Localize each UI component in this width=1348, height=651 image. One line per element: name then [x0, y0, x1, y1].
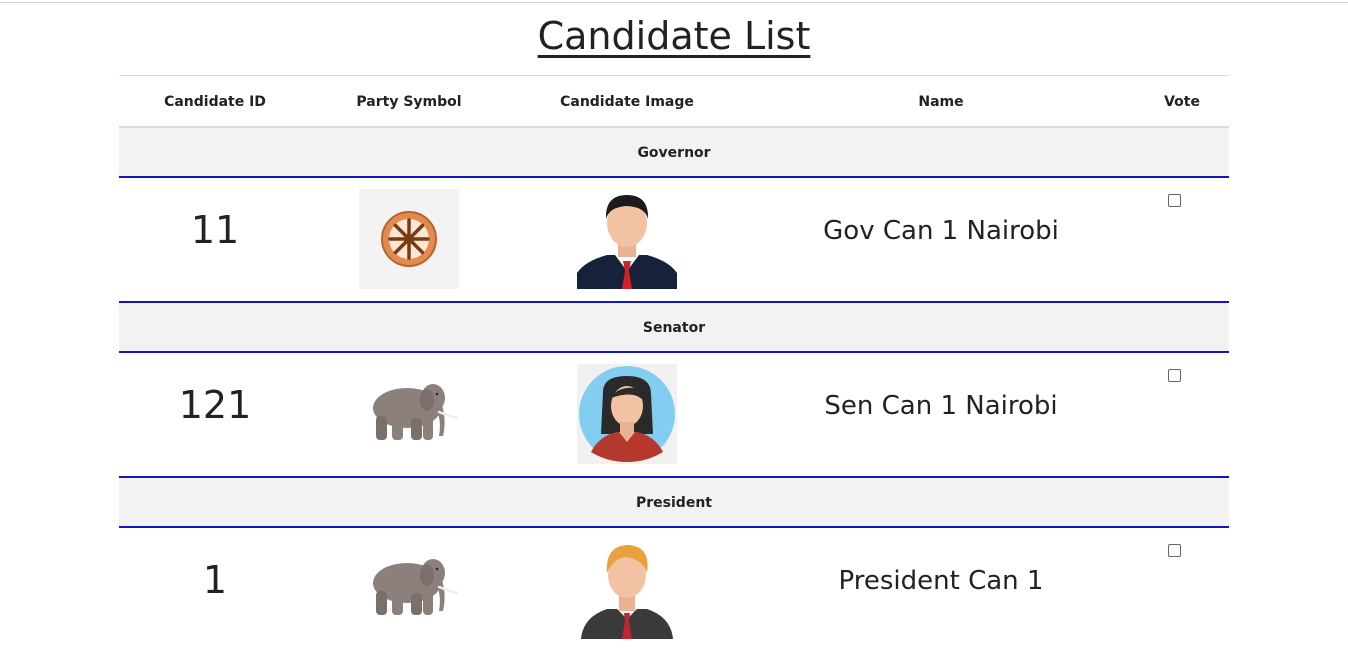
elephant-icon [359, 539, 459, 639]
header-candidate-image: Candidate Image [560, 94, 694, 110]
candidate-avatar-male-blonde [577, 539, 677, 639]
top-divider [0, 2, 1348, 3]
header-candidate-id: Candidate ID [164, 94, 266, 110]
header-name: Name [918, 94, 964, 110]
header-vote: Vote [1164, 94, 1200, 110]
table-row: 1 President Can 1 [119, 526, 1229, 651]
page-title: Candidate List [537, 14, 811, 58]
section-senator: Senator [119, 303, 1229, 351]
candidate-avatar-female [577, 364, 677, 464]
vote-checkbox[interactable] [1168, 544, 1181, 557]
wheel-icon [359, 189, 459, 289]
candidate-name: Sen Can 1 Nairobi [824, 391, 1058, 421]
table-row: 121 Sen Can 1 Nairobi [119, 351, 1229, 478]
elephant-icon [359, 364, 459, 464]
header-party-symbol: Party Symbol [356, 94, 462, 110]
candidate-name: Gov Can 1 Nairobi [823, 216, 1059, 246]
table-row: 11 Gov Can 1 Nairobi [119, 176, 1229, 303]
section-president: President [119, 478, 1229, 526]
section-governor: Governor [119, 128, 1229, 176]
candidate-name: President Can 1 [838, 566, 1044, 596]
candidate-table: Candidate ID Party Symbol Candidate Imag… [119, 75, 1229, 651]
candidate-avatar-male [577, 189, 677, 289]
table-header: Candidate ID Party Symbol Candidate Imag… [119, 75, 1229, 128]
vote-checkbox[interactable] [1168, 369, 1181, 382]
candidate-id: 11 [190, 208, 240, 252]
candidate-id: 1 [202, 558, 228, 602]
vote-checkbox[interactable] [1168, 194, 1181, 207]
candidate-id: 121 [178, 383, 252, 427]
